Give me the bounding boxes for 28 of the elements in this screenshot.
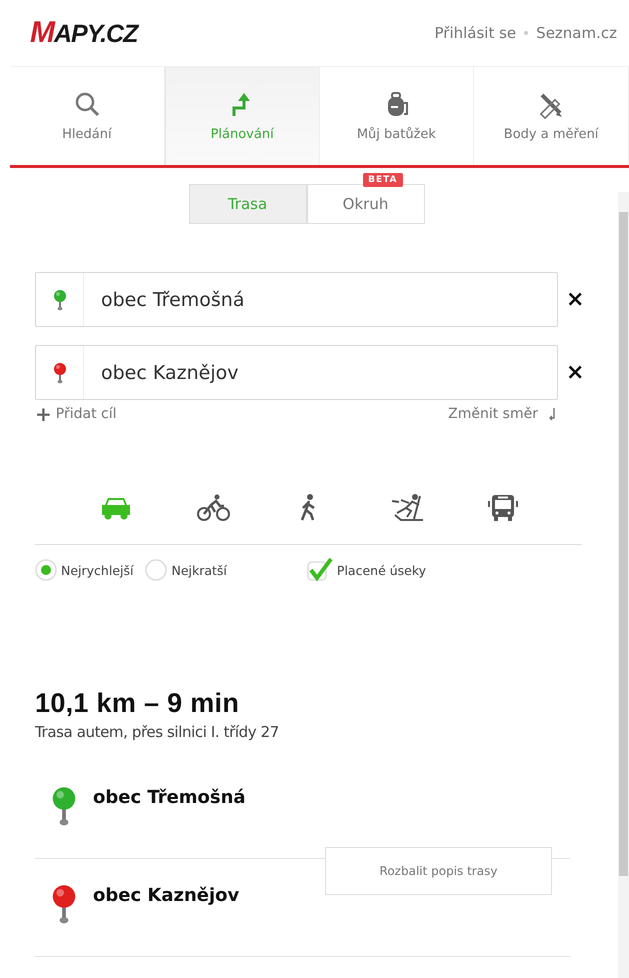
option-label: Nejkratší [171,562,227,578]
expand-route-button[interactable]: Rozbalit popis trasy [325,847,552,895]
route-description: Trasa autem, přes silnici I. třídy 27 [35,723,280,741]
header-link[interactable]: Seznam.cz [536,24,617,42]
nav-tab[interactable]: Můj batůžek [320,67,474,165]
stop-name: obec Třemošná [93,787,246,808]
route-type-tab[interactable]: Okruh [306,184,424,224]
cyclist-icon[interactable] [196,493,232,523]
nav-tab[interactable]: Plánování [164,67,320,165]
stop-name: obec Kaznějov [93,885,240,906]
beta-badge: BETA [363,173,402,187]
search-icon [74,90,100,118]
skier-icon[interactable] [389,493,426,523]
reverse-direction-link[interactable]: Změnit směr [448,402,558,426]
route-type-tab[interactable]: Trasa [188,184,306,224]
option-label: Nejrychlejší [61,562,134,578]
add-destination-link[interactable]: + Přidat cíl [35,402,116,426]
checkbox[interactable] [306,557,333,583]
remove-button[interactable]: × [566,360,582,385]
header-link[interactable]: Přihlásit se [434,24,516,42]
remove-button[interactable]: × [566,287,582,312]
route-summary: 10,1 km – 9 min [35,688,240,719]
logo[interactable]: MAPY.CZ [30,16,138,50]
radio-button[interactable] [35,559,57,581]
option-label: Placené úseky [336,562,426,578]
nav-tab[interactable]: Body a měření [474,67,629,165]
pencil-ruler-icon [538,90,564,118]
radio-button[interactable] [145,559,168,581]
